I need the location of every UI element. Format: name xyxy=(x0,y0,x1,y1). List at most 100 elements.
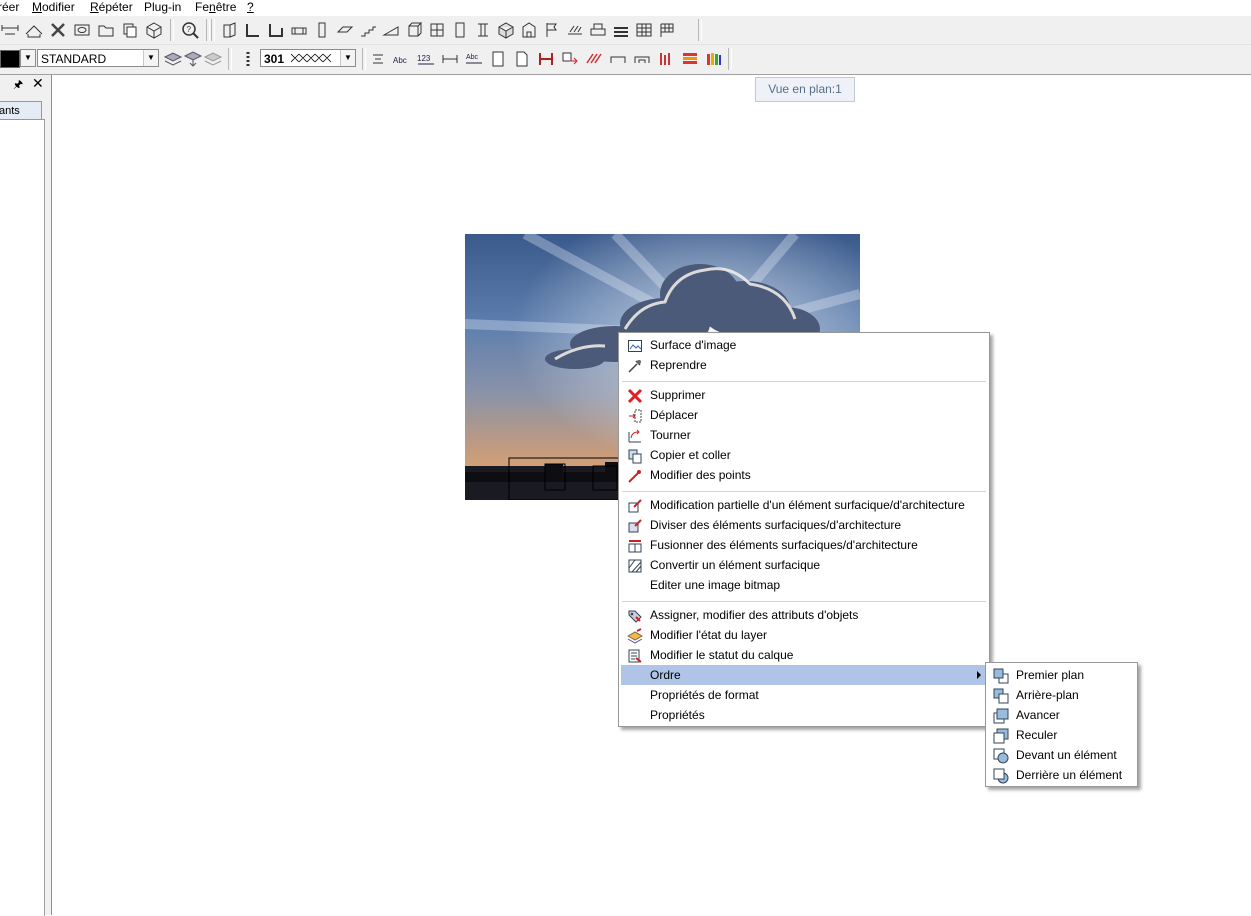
text-align-icon[interactable] xyxy=(368,49,388,69)
layer-status-icon xyxy=(627,648,643,664)
wall-u-icon[interactable] xyxy=(266,20,286,40)
help-search-icon[interactable]: ? xyxy=(180,20,200,40)
building-icon[interactable] xyxy=(519,20,539,40)
send-to-back-icon xyxy=(993,688,1009,704)
pen-color-swatch[interactable] xyxy=(0,50,20,68)
menu-item-proprietes[interactable]: Propriétés xyxy=(621,705,987,725)
submenu-item-devant-element[interactable]: Devant un élément xyxy=(988,745,1135,765)
delete-x-icon xyxy=(627,388,643,404)
transfer-icon[interactable] xyxy=(560,49,580,69)
hatch-dropdown[interactable]: 301 ▼ xyxy=(260,49,356,67)
svg-text:123: 123 xyxy=(417,54,431,63)
hatch-icon[interactable] xyxy=(565,20,585,40)
pen-color-dropdown[interactable]: ▼ xyxy=(20,49,36,67)
bracket2-icon[interactable] xyxy=(632,49,652,69)
stack-icon[interactable] xyxy=(680,49,700,69)
ramp-icon[interactable] xyxy=(381,20,401,40)
layer-gray-icon[interactable] xyxy=(203,49,223,69)
flag-grid-icon[interactable] xyxy=(657,20,677,40)
view-icon[interactable] xyxy=(72,20,92,40)
left-panel-titlebar: 🖈 ✕ xyxy=(0,75,50,93)
menu-item-modifier-points[interactable]: Modifier des points xyxy=(621,465,987,485)
menu-item-convertir[interactable]: Convertir un élément surfacique xyxy=(621,555,987,575)
submenu-item-arriere-plan[interactable]: Arrière-plan xyxy=(988,685,1135,705)
cube-icon[interactable] xyxy=(144,20,164,40)
menu-separator xyxy=(622,381,986,382)
dimension-line-icon[interactable] xyxy=(440,49,460,69)
print-icon[interactable] xyxy=(588,20,608,40)
menu-item-surface-image[interactable]: Surface d'image xyxy=(621,335,987,355)
number-icon[interactable]: 123 xyxy=(416,49,436,69)
pillar-icon[interactable] xyxy=(473,20,493,40)
menu-item-deplacer[interactable]: Déplacer xyxy=(621,405,987,425)
text-abc-line-icon[interactable]: Abc xyxy=(464,49,484,69)
layer-down-icon[interactable] xyxy=(183,49,203,69)
wall-icon[interactable] xyxy=(220,20,240,40)
box3d-icon[interactable] xyxy=(496,20,516,40)
menu-item-supprimer[interactable]: Supprimer xyxy=(621,385,987,405)
document-icon[interactable] xyxy=(512,49,532,69)
pin-icon[interactable]: 🖈 xyxy=(13,76,23,95)
stair-icon[interactable] xyxy=(358,20,378,40)
image-surface-icon xyxy=(627,338,643,354)
column-icon[interactable] xyxy=(312,20,332,40)
menu-item-proprietes-format[interactable]: Propriétés de format xyxy=(621,685,987,705)
open-icon[interactable] xyxy=(96,20,116,40)
submenu-arrow-icon xyxy=(977,671,981,679)
menu-item-statut-calque[interactable]: Modifier le statut du calque xyxy=(621,645,987,665)
box-icon[interactable] xyxy=(404,20,424,40)
menu-item-label: Tourner xyxy=(650,428,691,442)
menu-repeter-label: épéter xyxy=(98,0,133,14)
menu-repeter[interactable]: Répéter xyxy=(90,0,133,14)
roof-icon[interactable] xyxy=(24,20,44,40)
submenu-item-derriere-element[interactable]: Derrière un élément xyxy=(988,765,1135,785)
menu-item-diviser[interactable]: Diviser des éléments surfaciques/d'archi… xyxy=(621,515,987,535)
window-icon[interactable] xyxy=(427,20,447,40)
delete-icon[interactable] xyxy=(48,20,68,40)
chevron-down-icon: ▼ xyxy=(143,50,158,66)
opening-icon[interactable] xyxy=(289,20,309,40)
menu-item-editer-bitmap[interactable]: Editer une image bitmap xyxy=(621,575,987,595)
menu-item-tourner[interactable]: Tourner xyxy=(621,425,987,445)
menu-item-reprendre[interactable]: Reprendre xyxy=(621,355,987,375)
menu-help[interactable]: ? xyxy=(247,0,254,14)
menu-separator xyxy=(622,491,986,492)
layers-icon[interactable] xyxy=(611,20,631,40)
menu-item-modification-partielle[interactable]: Modification partielle d'un élément surf… xyxy=(621,495,987,515)
wall-l-icon[interactable] xyxy=(243,20,263,40)
bracket-icon[interactable] xyxy=(608,49,628,69)
grid-icon[interactable] xyxy=(634,20,654,40)
tab-elements[interactable]: ants xyxy=(0,101,42,120)
bars-icon[interactable] xyxy=(656,49,676,69)
page-icon[interactable] xyxy=(488,49,508,69)
menu-fenetre-label-a: Fe xyxy=(195,0,210,14)
slab-icon[interactable] xyxy=(335,20,355,40)
menu-plugin[interactable]: Plug-in xyxy=(144,0,181,14)
menu-fenetre[interactable]: Fenêtre xyxy=(195,0,236,14)
layer-icon[interactable] xyxy=(163,49,183,69)
hatch-red-icon[interactable] xyxy=(584,49,604,69)
copy-doc-icon[interactable] xyxy=(120,20,140,40)
section-icon[interactable] xyxy=(536,49,556,69)
submenu-item-premier-plan[interactable]: Premier plan xyxy=(988,665,1135,685)
chain-icon[interactable] xyxy=(238,49,258,69)
rotate-icon xyxy=(627,428,643,444)
convert-icon xyxy=(627,558,643,574)
submenu-item-avancer[interactable]: Avancer xyxy=(988,705,1135,725)
menu-item-fusionner[interactable]: Fusionner des éléments surfaciques/d'arc… xyxy=(621,535,987,555)
door-icon[interactable] xyxy=(450,20,470,40)
dimension-icon[interactable] xyxy=(0,20,20,40)
submenu-item-reculer[interactable]: Reculer xyxy=(988,725,1135,745)
color-bars-icon[interactable] xyxy=(704,49,724,69)
menu-item-etat-layer[interactable]: Modifier l'état du layer xyxy=(621,625,987,645)
close-icon[interactable]: ✕ xyxy=(32,75,44,92)
menu-modifier[interactable]: Modifier xyxy=(32,0,75,14)
flag-icon[interactable] xyxy=(542,20,562,40)
menu-item-assigner-attributs[interactable]: Assigner, modifier des attributs d'objet… xyxy=(621,605,987,625)
text-abc-icon[interactable]: Abc xyxy=(392,49,412,69)
style-dropdown[interactable]: STANDARD ▼ xyxy=(37,49,159,67)
submenu-item-label: Derrière un élément xyxy=(1016,768,1123,782)
menu-item-copier-coller[interactable]: Copier et coller xyxy=(621,445,987,465)
menu-creer[interactable]: réer xyxy=(0,0,19,14)
menu-item-ordre[interactable]: Ordre xyxy=(621,665,987,685)
